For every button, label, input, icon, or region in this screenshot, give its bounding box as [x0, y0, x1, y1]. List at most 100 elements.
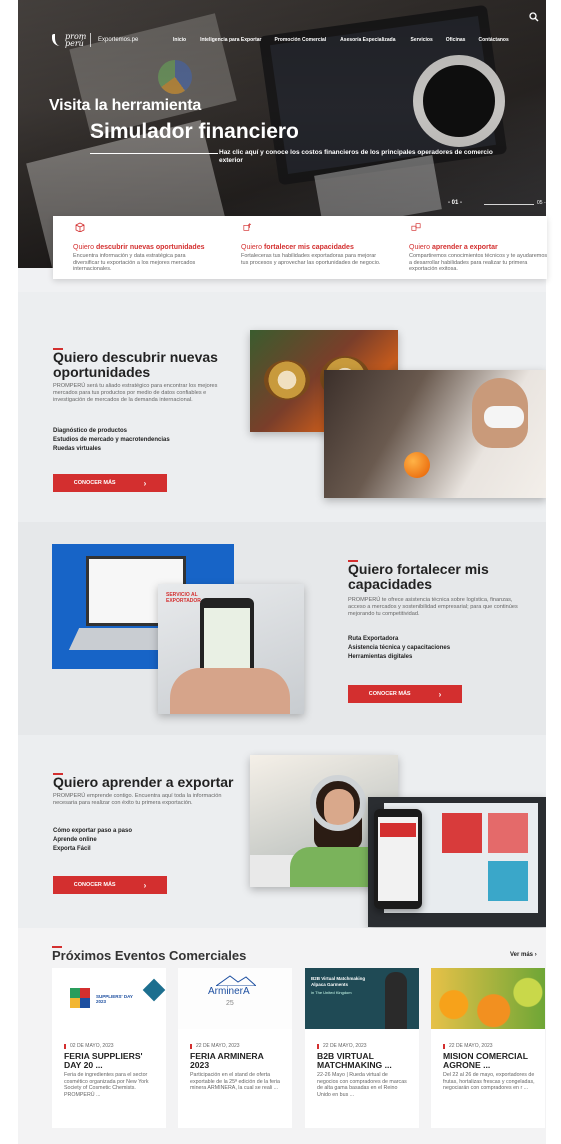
section-eventos: Próximos Eventos Comerciales Ver más › S…: [18, 928, 546, 1144]
headphones: [310, 775, 366, 831]
conocer-mas-button[interactable]: CONOCER MÁS ›: [348, 685, 462, 703]
quick-card-pre: Quiero: [409, 244, 432, 251]
event-logo-shape: [142, 978, 166, 1002]
screen-tile: [488, 861, 528, 901]
face-mask: [484, 406, 524, 428]
event-title[interactable]: FERIA SUPPLIERS' DAY 20 ...: [64, 1052, 156, 1070]
event-image: [431, 968, 545, 1029]
nav-item-oficinas[interactable]: Oficinas: [446, 37, 466, 43]
model-figure: [385, 972, 407, 1029]
event-title[interactable]: FERIA ARMINERA 2023: [190, 1052, 282, 1070]
event-card[interactable]: 22 DE MAYO, 2023 MISION COMERCIAL AGRONE…: [431, 968, 545, 1128]
event-desc: Participación en el stand de oferta expo…: [190, 1072, 281, 1092]
nav-item-asesoria[interactable]: Asesoría Especializada: [340, 37, 395, 43]
event-date: 22 DE MAYO, 2023: [190, 1044, 240, 1049]
hero-divider: [90, 153, 218, 154]
section-link-ruedas[interactable]: Ruedas virtuales: [53, 445, 101, 454]
section-link-herramientas[interactable]: Herramientas digitales: [348, 653, 412, 662]
event-card-body: 22 DE MAYO, 2023 FERIA ARMINERA 2023 Par…: [186, 1036, 285, 1128]
section-link-aprende[interactable]: Aprende online: [53, 836, 97, 845]
event-title[interactable]: B2B VIRTUAL MATCHMAKING ...: [317, 1052, 409, 1070]
mountain-logo-icon: [216, 975, 256, 986]
event-card[interactable]: ArminerA 25 22 DE MAYO, 2023 FERIA ARMIN…: [178, 968, 292, 1128]
logo-mark-icon: [52, 34, 62, 46]
page: prom perú Exportemos.pe Inicio Inteligen…: [0, 0, 561, 1144]
quick-card-title: aprender a exportar: [431, 244, 498, 251]
section-title: Quiero descubrir nuevas oportunidades: [53, 349, 218, 380]
section-link-estudios[interactable]: Estudios de mercado y macrotendencias: [53, 436, 170, 445]
event-image: SUPPLIERS' DAY 2023: [52, 968, 166, 1029]
event-image: B2B Virtual Matchmaking Alpaca Garments …: [305, 968, 419, 1029]
button-label: CONOCER MÁS: [368, 691, 411, 697]
button-label: CONOCER MÁS: [73, 480, 116, 486]
event-image-sub: 25: [226, 1000, 234, 1007]
phone-image: [374, 809, 422, 909]
event-date: 02 DE MAYO, 2023: [64, 1044, 114, 1049]
section-fortalecer: SERVICIO AL EXPORTADOR Quiero fortalecer…: [18, 522, 546, 735]
quick-card-title: fortalecer mis capacidades: [263, 244, 354, 251]
event-card-body: 02 DE MAYO, 2023 FERIA SUPPLIERS' DAY 20…: [60, 1036, 159, 1128]
hero-subtitle[interactable]: Haz clic aquí y conoce los costos financ…: [219, 149, 509, 165]
quick-card-desc: Compartiremos conocimientos técnicos y t…: [409, 253, 548, 273]
chevron-right-icon: ›: [143, 478, 147, 488]
ver-mas-label: Ver más: [510, 952, 534, 958]
section-desc: PROMPERÚ te ofrece asistencia técnica so…: [348, 597, 518, 617]
hero-title[interactable]: Simulador financiero: [90, 120, 299, 144]
section-desc: PROMPERÚ emprende contigo. Encuentra aqu…: [53, 793, 222, 806]
promperu-logo[interactable]: prom perú: [52, 33, 91, 48]
chevron-right-icon: ›: [143, 880, 147, 890]
event-title[interactable]: MISION COMERCIAL AGRONE ...: [443, 1052, 535, 1070]
event-card-body: 22 DE MAYO, 2023 MISION COMERCIAL AGRONE…: [439, 1036, 538, 1128]
event-desc: Feria de ingredientes para el sector cos…: [64, 1072, 149, 1098]
nav-item-promocion[interactable]: Promoción Comercial: [274, 37, 326, 43]
event-desc: Del 22 al 26 de mayo, exportadores de fr…: [443, 1072, 535, 1092]
quick-card-pre: Quiero: [241, 244, 264, 251]
search-icon[interactable]: [529, 12, 539, 22]
event-image: ArminerA 25: [178, 968, 292, 1029]
event-desc: 22-26 Mayo | Rueda virtual de negocios c…: [317, 1072, 407, 1098]
quick-card-desc: Encuentra información y data estratégica…: [73, 253, 196, 273]
ver-mas-link[interactable]: Ver más ›: [510, 952, 537, 958]
section-title: Quiero fortalecer mis capacidades: [348, 561, 489, 592]
nav-item-servicios[interactable]: Servicios: [410, 37, 432, 43]
conocer-mas-button[interactable]: CONOCER MÁS ›: [53, 474, 167, 492]
event-logo-shape: [70, 988, 90, 1008]
screen-tile: [442, 813, 482, 853]
quick-card-aprender[interactable]: Quiero aprender a exportar Compartiremos…: [389, 216, 557, 279]
event-card[interactable]: SUPPLIERS' DAY 2023 02 DE MAYO, 2023 FER…: [52, 968, 166, 1128]
chevron-right-icon: ›: [438, 689, 442, 699]
top-navbar: prom perú Exportemos.pe Inicio Inteligen…: [18, 0, 546, 60]
exportemos-link[interactable]: Exportemos.pe: [98, 37, 138, 43]
quick-card-fortalecer[interactable]: Quiero fortalecer mis capacidades Fortal…: [221, 216, 389, 279]
event-image-label: SUPPLIERS' DAY 2023: [96, 994, 133, 1004]
nav-item-contactanos[interactable]: Contáctanos: [478, 37, 508, 43]
quick-card-title: descubrir nuevas oportunidades: [95, 244, 205, 251]
section-descubrir: Quiero descubrir nuevas oportunidades PR…: [18, 292, 546, 522]
section-link-como[interactable]: Cómo exportar paso a paso: [53, 827, 132, 836]
boxes-upload-icon: [243, 223, 252, 231]
hands: [170, 668, 290, 714]
slide-progress-bar[interactable]: [484, 204, 534, 205]
section-link-asistencia[interactable]: Asistencia técnica y capacitaciones: [348, 644, 450, 653]
logo-separator: [90, 33, 91, 47]
chevron-right-icon: ›: [534, 952, 537, 958]
event-image-label: ArminerA: [208, 986, 250, 997]
events-title: Próximos Eventos Comerciales: [52, 948, 247, 963]
slide-total: 05 -: [537, 200, 546, 206]
screen-tile: [488, 813, 528, 853]
event-image-sub: in The United Kingdom: [311, 990, 352, 995]
quick-access-cards: Quiero descubrir nuevas oportunidades En…: [53, 216, 547, 279]
section-link-exporta[interactable]: Exporta Fácil: [53, 845, 91, 854]
section-link-diagnostico[interactable]: Diagnóstico de productos: [53, 427, 127, 436]
quick-card-descubrir[interactable]: Quiero descubrir nuevas oportunidades En…: [53, 216, 221, 279]
nav-item-inicio[interactable]: Inicio: [173, 37, 186, 43]
event-card[interactable]: B2B Virtual Matchmaking Alpaca Garments …: [305, 968, 419, 1128]
conocer-mas-button[interactable]: CONOCER MÁS ›: [53, 876, 167, 894]
event-card-body: 22 DE MAYO, 2023 B2B VIRTUAL MATCHMAKING…: [313, 1036, 412, 1128]
section-desc: PROMPERÚ será tu aliado estratégico para…: [53, 383, 218, 403]
section-link-ruta[interactable]: Ruta Exportadora: [348, 635, 398, 644]
phone-hands-image: SERVICIO AL EXPORTADOR: [158, 584, 304, 714]
event-image-label: B2B Virtual Matchmaking Alpaca Garments: [311, 976, 366, 987]
nav-item-inteligencia[interactable]: Inteligencia para Exportar: [200, 37, 261, 43]
event-date: 22 DE MAYO, 2023: [317, 1044, 367, 1049]
